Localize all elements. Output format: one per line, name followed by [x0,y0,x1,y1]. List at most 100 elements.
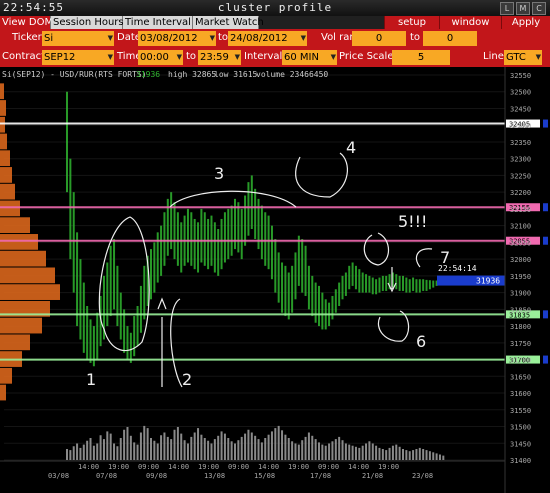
contract-select[interactable]: SEP12 ▼ [42,50,114,65]
cluster-column-58 [260,205,263,260]
annotation-6: 6 [416,332,426,351]
volume-bar-38 [193,432,196,460]
volume-bar-66 [287,438,290,460]
price-tick-22: 31450 [510,440,531,448]
cluster-column-20 [133,316,136,357]
volume-bar-57 [257,439,260,460]
time-tick-top-7: 19:00 [288,463,309,471]
cluster-column-36 [186,208,189,263]
cluster-column-88 [361,272,364,293]
interval-select[interactable]: 60 MIN ▼ [282,50,337,65]
volume-bar-102 [408,451,411,460]
time-tick-top-2: 09:00 [138,463,159,471]
ticker-value: Si [44,33,54,44]
controls-row-1: Ticker Si ▼ Date 03/08/2012 ▼ to 24/08/201… [0,29,550,48]
time-tick-top-10: 19:00 [378,463,399,471]
profile-bar-18 [0,384,6,401]
cluster-column-104 [415,279,418,293]
time-tick-top-9: 14:00 [348,463,369,471]
level-marker-2 [543,236,548,245]
cluster-column-100 [402,275,404,291]
tab-view-dom[interactable]: View DOM [0,16,53,29]
volume-bar-40 [200,434,203,460]
volume-bar-84 [348,444,351,460]
date-tick-6: 21/08 [362,472,383,480]
line-select[interactable]: GTC ▼ [504,50,542,65]
volume-bar-74 [314,439,317,460]
cluster-column-12 [106,262,109,327]
cluster-column-41 [203,212,206,266]
volume-bar-73 [311,435,314,460]
time-to-input[interactable]: 23:59 ▼ [198,50,241,65]
cluster-column-76 [321,292,324,330]
volume-label: volume 23466450 [256,70,328,79]
volume-bar-68 [294,443,297,460]
volume-bar-2 [72,446,75,460]
cluster-column-109 [432,280,435,288]
cluster-column-15 [116,265,119,327]
level-marker-0 [543,119,548,128]
cluster-column-101 [405,277,408,293]
cluster-column-33 [176,212,179,266]
volume-bar-47 [223,433,226,460]
volume-bar-5 [82,444,85,460]
volume-bar-83 [344,443,347,460]
volume-bar-61 [270,431,273,460]
date-to-label: to [218,32,229,43]
cluster-column-44 [213,222,216,273]
date-from-input[interactable]: 03/08/2012 ▼ [138,31,216,46]
profile-bar-1 [0,100,6,116]
price-tick-0: 32550 [510,72,531,80]
chevron-down-icon: ▼ [330,53,336,61]
chevron-down-icon: ▼ [300,34,306,42]
ticker-select[interactable]: Si ▼ [42,31,114,46]
tab-time-interval[interactable]: Time Interval [123,16,193,29]
volume-bar-11 [102,439,105,460]
price-scale-input[interactable]: 5 [392,50,450,65]
volume-bar-78 [328,443,331,460]
window-button-m[interactable]: M [516,2,530,15]
cluster-column-14 [113,239,116,310]
profile-bar-14 [0,317,42,334]
cluster-column-106 [422,279,425,291]
cluster-chart[interactable]: 324053215532055318353170031936 325503250… [0,67,550,493]
window-button[interactable]: window [439,16,501,29]
volume-bar-58 [260,442,263,460]
apply-button[interactable]: Apply [501,16,550,29]
window-button-c[interactable]: C [532,2,546,15]
time-tick-top-8: 09:00 [318,463,339,471]
volume-bar-52 [240,436,243,460]
profile-bar-9 [0,234,38,250]
date-to-input[interactable]: 24/08/2012 ▼ [228,31,307,46]
volume-bar-51 [237,440,240,460]
volume-bar-60 [267,434,270,460]
cluster-column-48 [227,208,230,260]
volume-bar-87 [358,447,361,460]
volume-bar-59 [264,438,267,460]
cluster-column-21 [136,306,139,347]
volume-bar-21 [136,444,139,460]
date-from-value: 03/08/2012 [140,33,198,44]
vol-to-input[interactable]: 0 [423,31,477,46]
profile-bar-17 [0,367,12,384]
time-tick-top-4: 19:00 [198,463,219,471]
volume-bar-56 [254,435,257,460]
cluster-column-0 [66,91,68,193]
cluster-column-89 [365,274,368,293]
price-tick-6: 32250 [510,172,531,180]
cluster-column-16 [119,292,122,340]
cluster-column-51 [237,202,240,253]
cluster-column-73 [311,275,314,317]
volume-bar-89 [365,443,368,460]
window-button-l[interactable]: L [500,2,514,15]
vol-from-input[interactable]: 0 [352,31,406,46]
tab-market-watch[interactable]: Market Watch [193,16,264,29]
profile-bar-4 [0,150,10,167]
volume-bar-62 [274,428,277,460]
setup-button[interactable]: setup [384,16,439,29]
time-from-input[interactable]: 00:00 ▼ [138,50,183,65]
tab-session-hours[interactable]: Session Hours [51,16,124,29]
price-tick-8: 32150 [510,206,531,214]
profile-bar-11 [0,267,55,284]
volume-bar-91 [371,443,374,460]
